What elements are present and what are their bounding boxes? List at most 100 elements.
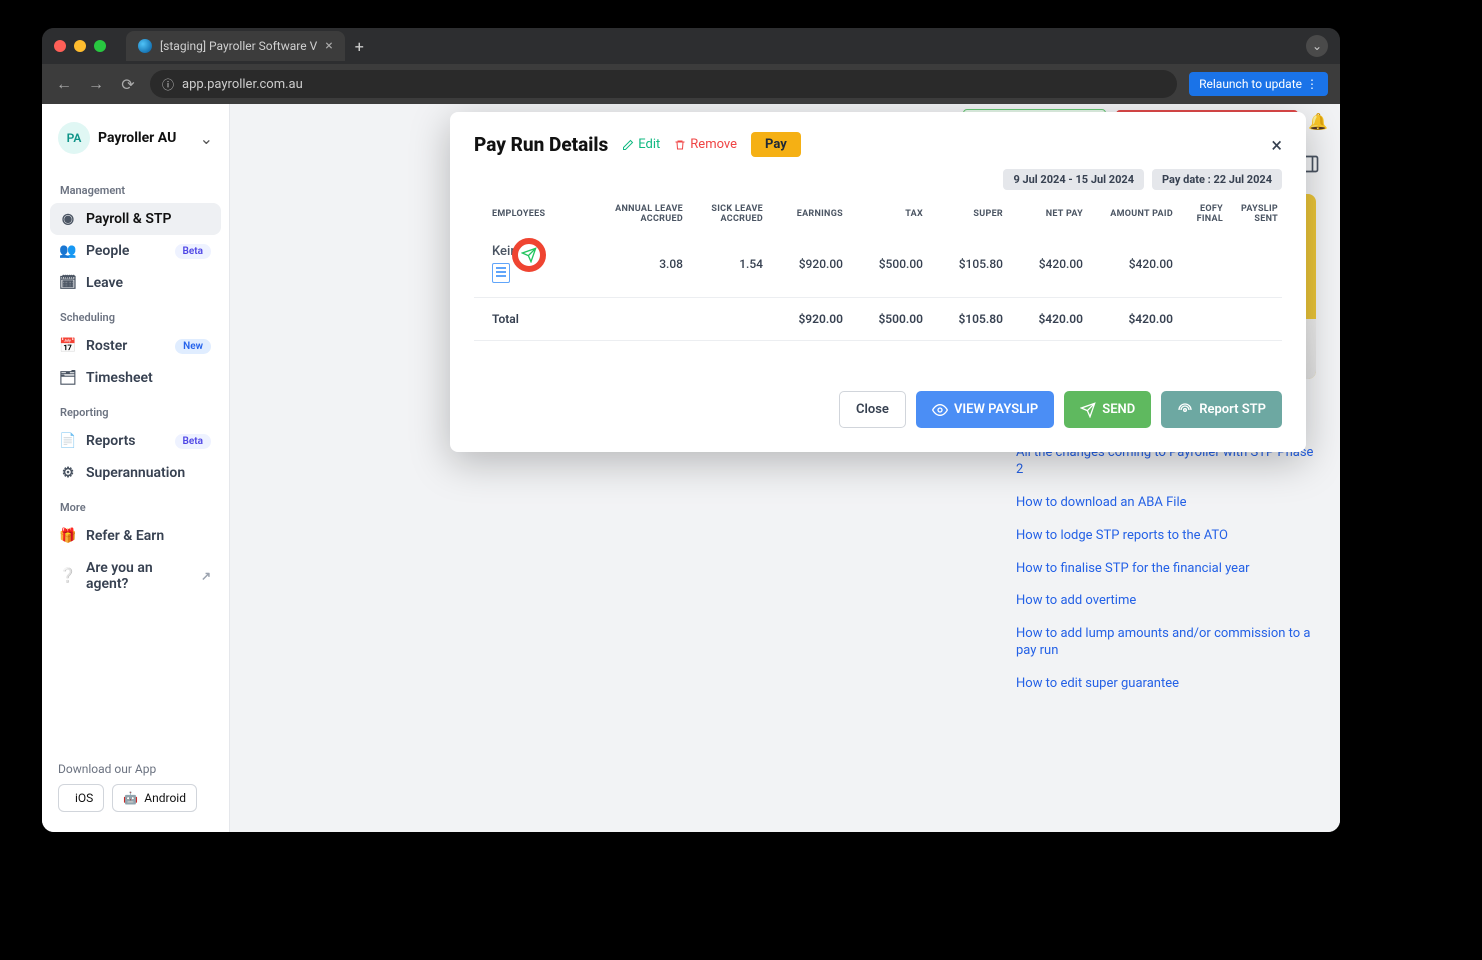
external-link-icon: ↗	[201, 569, 211, 583]
document-icon[interactable]	[492, 263, 510, 283]
send-button[interactable]: SEND	[1064, 391, 1151, 428]
sidebar-item-timesheet[interactable]: 🗂 Timesheet	[50, 362, 221, 394]
close-icon[interactable]: ×	[1271, 133, 1282, 157]
app-content: PA Payroller AU ⌄ Management ◉ Payroll &…	[42, 104, 1340, 832]
sidebar-item-label: Superannuation	[86, 465, 185, 481]
modal-header: Pay Run Details Edit Remove Pay ×	[474, 132, 1282, 157]
reload-button[interactable]: ⟳	[118, 75, 138, 94]
window-minimize-icon[interactable]	[74, 40, 86, 52]
total-row: Total $920.00 $500.00 $105.80 $420.00 $4…	[474, 298, 1282, 341]
total-super: $105.80	[927, 298, 1007, 341]
ios-app-button[interactable]: iOS	[58, 784, 104, 812]
remove-button[interactable]: Remove	[674, 137, 737, 152]
pay-button[interactable]: Pay	[751, 132, 801, 157]
sidebar-item-label: Roster	[86, 338, 127, 354]
gift-icon: 🎁	[60, 528, 76, 544]
calendar-icon: 🗓	[60, 275, 76, 291]
pay-date-pill: Pay date : 22 Jul 2024	[1152, 169, 1282, 190]
report-stp-button[interactable]: Report STP	[1161, 391, 1282, 428]
pay-period-pill: 9 Jul 2024 - 15 Jul 2024	[1003, 169, 1144, 190]
main-area: Join community group 🚩 Feature Request /…	[230, 104, 1340, 832]
report-label: Report STP	[1199, 402, 1266, 417]
sidebar-item-label: Are you an agent?	[86, 560, 191, 592]
pay-run-details-modal: Pay Run Details Edit Remove Pay × 9 Jul …	[450, 112, 1306, 452]
tax-cell: $500.00	[847, 230, 927, 298]
org-avatar: PA	[58, 122, 90, 154]
sidebar-item-agent[interactable]: ❔ Are you an agent? ↗	[50, 552, 221, 600]
sick-cell: 1.54	[687, 230, 767, 298]
browser-tab[interactable]: [staging] Payroller Software V ×	[126, 31, 345, 61]
window-zoom-icon[interactable]	[94, 40, 106, 52]
super-icon: ⚙	[60, 465, 76, 481]
sidebar-item-leave[interactable]: 🗓 Leave	[50, 267, 221, 299]
col-amount-paid: AMOUNT PAID	[1087, 198, 1177, 230]
sidebar-item-label: Leave	[86, 275, 123, 291]
site-info-icon: ⓘ	[162, 76, 174, 93]
pencil-icon	[622, 139, 634, 151]
table-row[interactable]: Keira S 3.08 1.54 $920.00 $500.00 $105.8…	[474, 230, 1282, 298]
send-icon	[1080, 402, 1096, 418]
forward-button[interactable]: →	[86, 74, 106, 94]
pay-run-table: EMPLOYEES ANNUAL LEAVE ACCRUED SICK LEAV…	[474, 198, 1282, 341]
traffic-lights[interactable]	[54, 40, 106, 52]
dollar-icon: ◉	[60, 211, 76, 227]
sidebar-item-reports[interactable]: 📄 Reports Beta	[50, 425, 221, 457]
col-netpay: NET PAY	[1007, 198, 1087, 230]
edit-button[interactable]: Edit	[622, 137, 660, 152]
sidebar-item-label: Reports	[86, 433, 136, 449]
amountpaid-cell: $420.00	[1087, 230, 1177, 298]
section-reporting: Reporting	[50, 400, 221, 425]
col-eofy: EOFY FINAL	[1177, 198, 1227, 230]
sidebar: PA Payroller AU ⌄ Management ◉ Payroll &…	[42, 104, 230, 832]
android-app-button[interactable]: 🤖 Android	[112, 784, 197, 812]
sidebar-item-superannuation[interactable]: ⚙ Superannuation	[50, 457, 221, 489]
timesheet-icon: 🗂	[60, 370, 76, 386]
people-icon: 👥	[60, 243, 76, 259]
sidebar-item-payroll-stp[interactable]: ◉ Payroll & STP	[50, 203, 221, 235]
browser-menu-button[interactable]: ⌄	[1306, 35, 1328, 57]
url-bar[interactable]: ⓘ app.payroller.com.au	[150, 70, 1177, 98]
android-icon: 🤖	[123, 791, 138, 805]
back-button[interactable]: ←	[54, 74, 74, 94]
beta-badge: Beta	[175, 244, 211, 259]
table-header-row: EMPLOYEES ANNUAL LEAVE ACCRUED SICK LEAV…	[474, 198, 1282, 230]
tab-close-icon[interactable]: ×	[325, 38, 332, 54]
view-label: VIEW PAYSLIP	[954, 402, 1038, 417]
view-payslip-button[interactable]: VIEW PAYSLIP	[916, 391, 1054, 428]
sidebar-item-label: Timesheet	[86, 370, 153, 386]
browser-window: [staging] Payroller Software V × + ⌄ ← →…	[42, 28, 1340, 832]
broadcast-icon	[1177, 402, 1193, 418]
tab-title: [staging] Payroller Software V	[160, 39, 317, 53]
org-switcher[interactable]: PA Payroller AU ⌄	[50, 116, 221, 160]
roster-icon: 📅	[60, 338, 76, 354]
sidebar-item-people[interactable]: 👥 People Beta	[50, 235, 221, 267]
new-badge: New	[175, 339, 211, 354]
earnings-cell: $920.00	[767, 230, 847, 298]
total-tax: $500.00	[847, 298, 927, 341]
send-icon[interactable]	[521, 247, 537, 263]
total-amountpaid: $420.00	[1087, 298, 1177, 341]
new-tab-button[interactable]: +	[355, 37, 364, 56]
eofy-cell	[1177, 230, 1227, 298]
org-name: Payroller AU	[98, 130, 192, 146]
sidebar-item-roster[interactable]: 📅 Roster New	[50, 330, 221, 362]
super-cell: $105.80	[927, 230, 1007, 298]
col-payslip-sent: PAYSLIP SENT	[1227, 198, 1282, 230]
window-close-icon[interactable]	[54, 40, 66, 52]
col-annual-leave: ANNUAL LEAVE ACCRUED	[607, 198, 687, 230]
col-employees: EMPLOYEES	[474, 198, 607, 230]
highlight-annotation	[512, 238, 546, 272]
remove-label: Remove	[690, 137, 737, 152]
tab-favicon-icon	[138, 39, 152, 53]
relaunch-button[interactable]: Relaunch to update ⋮	[1189, 72, 1328, 96]
section-more: More	[50, 495, 221, 520]
sidebar-item-label: People	[86, 243, 129, 259]
close-button[interactable]: Close	[839, 391, 906, 428]
more-icon: ⋮	[1306, 77, 1318, 91]
col-super: SUPER	[927, 198, 1007, 230]
section-scheduling: Scheduling	[50, 305, 221, 330]
annual-cell: 3.08	[607, 230, 687, 298]
trash-icon	[674, 139, 686, 151]
sidebar-item-refer[interactable]: 🎁 Refer & Earn	[50, 520, 221, 552]
browser-toolbar: ← → ⟳ ⓘ app.payroller.com.au Relaunch to…	[42, 64, 1340, 104]
